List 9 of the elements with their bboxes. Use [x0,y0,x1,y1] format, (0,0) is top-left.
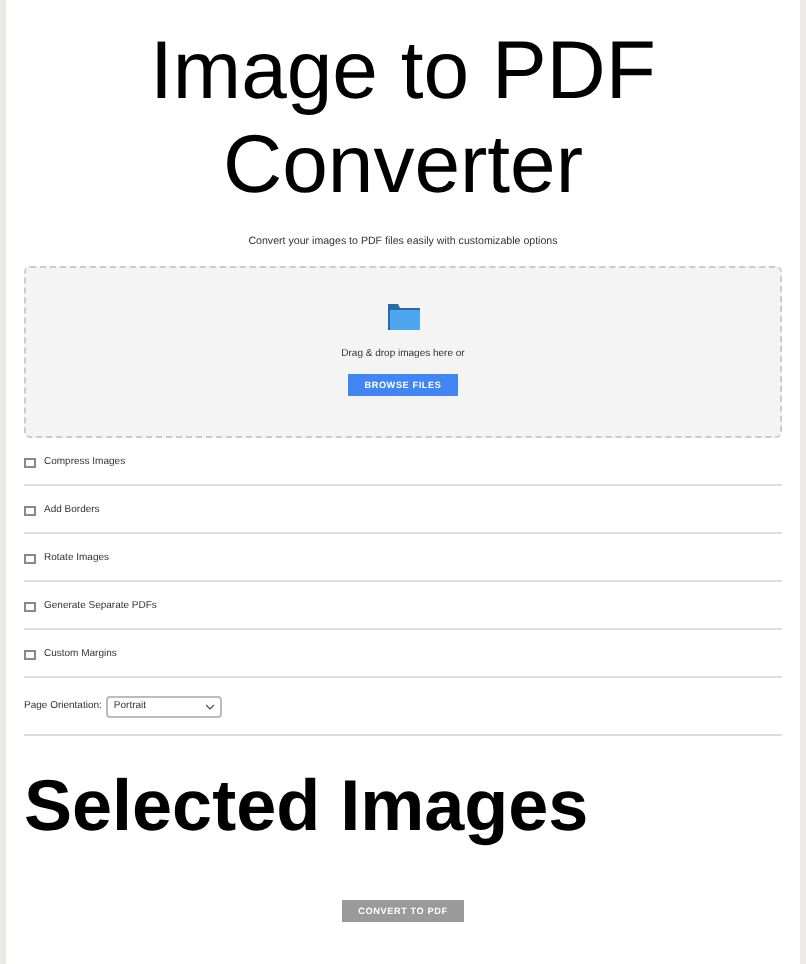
section-heading: Selected Images [24,764,589,848]
checkbox[interactable] [24,601,36,611]
page-title: Image to PDF Converter [148,22,658,212]
checkbox[interactable] [24,505,36,515]
checkbox[interactable] [24,457,36,467]
chevron-icon [205,703,214,709]
checkbox[interactable] [24,553,36,563]
checkbox[interactable] [24,649,36,659]
folder-icon [387,302,419,330]
